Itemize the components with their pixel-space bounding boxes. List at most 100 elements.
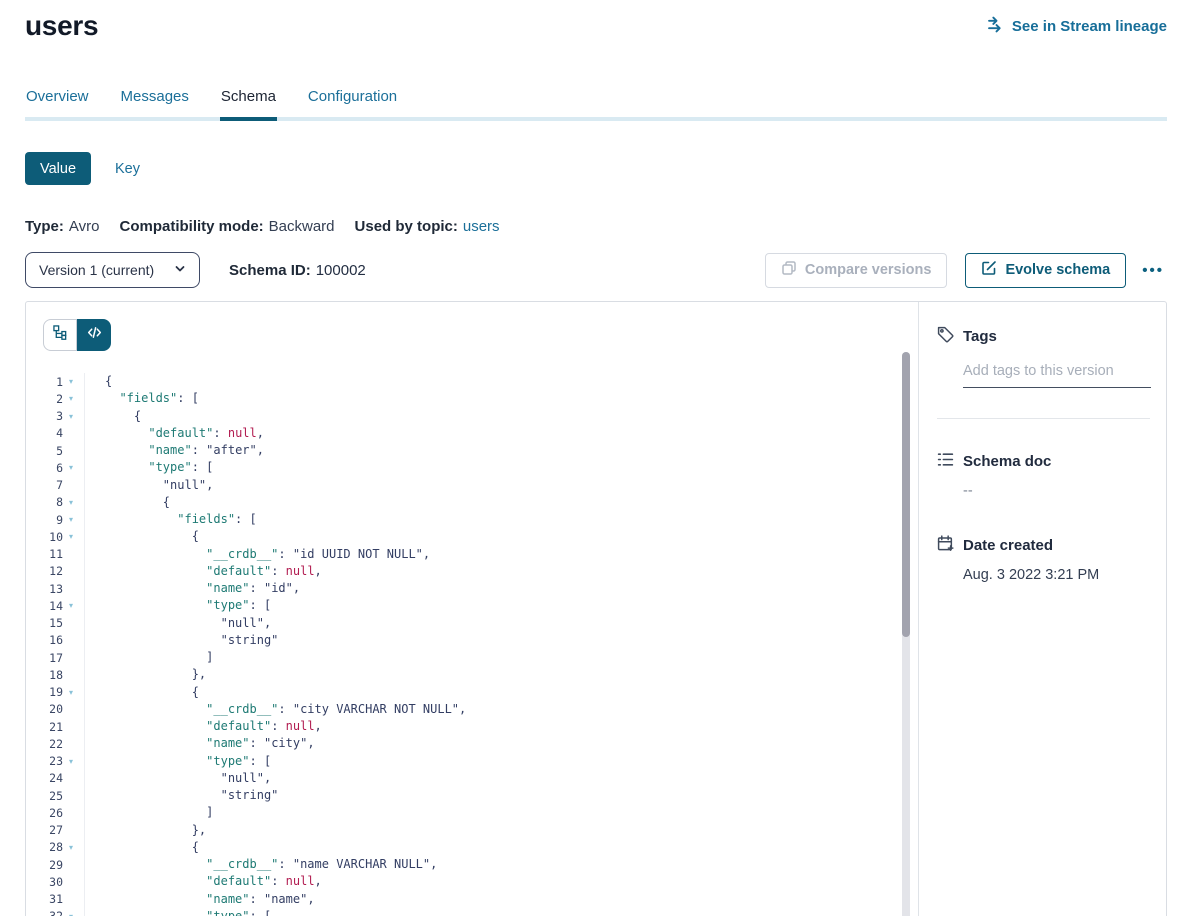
code-line: 6▾ "type": [ — [26, 459, 918, 476]
fold-toggle-icon[interactable]: ▾ — [63, 511, 84, 528]
compatibility-label: Compatibility mode: — [119, 218, 263, 235]
code-pane: 1▾{2▾ "fields": [3▾ {4 "default": null,5… — [26, 302, 918, 916]
code-line: 8▾ { — [26, 494, 918, 511]
tab-overview[interactable]: Overview — [25, 88, 90, 117]
code-line-text: { — [85, 408, 141, 425]
tab-configuration[interactable]: Configuration — [307, 88, 398, 117]
code-line: 16 "string" — [26, 632, 918, 649]
code-line: 3▾ { — [26, 408, 918, 425]
fold-toggle-icon[interactable]: ▾ — [63, 494, 84, 511]
line-number: 15 — [26, 616, 63, 630]
type-value: Avro — [69, 218, 100, 235]
line-number: 4 — [26, 426, 63, 440]
editor-view-toggle — [43, 319, 111, 351]
tree-view-icon — [53, 325, 68, 345]
fold-toggle-icon[interactable]: ▾ — [63, 597, 84, 614]
line-number: 1 — [26, 375, 63, 389]
code-line: 4 "default": null, — [26, 425, 918, 442]
used-by-topic-link[interactable]: users — [463, 218, 500, 235]
code-line-text: }, — [85, 666, 206, 683]
schema-doc-icon — [937, 451, 954, 472]
tab-schema[interactable]: Schema — [220, 88, 277, 117]
code-line: 7 "null", — [26, 477, 918, 494]
line-number: 22 — [26, 737, 63, 751]
code-line: 11 "__crdb__": "id UUID NOT NULL", — [26, 546, 918, 563]
code-line-text: "type": [ — [85, 753, 271, 770]
fold-toggle-icon[interactable]: ▾ — [63, 459, 84, 476]
line-number: 27 — [26, 823, 63, 837]
line-number: 20 — [26, 702, 63, 716]
code-line: 22 "name": "city", — [26, 735, 918, 752]
tree-view-button[interactable] — [43, 319, 77, 351]
code-line: 23▾ "type": [ — [26, 753, 918, 770]
compare-versions-button[interactable]: Compare versions — [765, 253, 948, 288]
line-number: 17 — [26, 651, 63, 665]
code-line: 30 "default": null, — [26, 873, 918, 890]
code-line: 13 "name": "id", — [26, 580, 918, 597]
schema-id-label: Schema ID: — [229, 262, 311, 279]
compare-versions-label: Compare versions — [805, 262, 932, 278]
line-number: 25 — [26, 789, 63, 803]
date-created-title: Date created — [963, 537, 1053, 554]
page-title: users — [25, 8, 98, 44]
line-number: 7 — [26, 478, 63, 492]
schema-doc-value: -- — [963, 483, 1152, 499]
line-number: 29 — [26, 858, 63, 872]
schema-doc-title: Schema doc — [963, 453, 1051, 470]
compare-versions-icon — [781, 260, 797, 280]
code-line-text: "__crdb__": "id UUID NOT NULL", — [85, 546, 430, 563]
fold-toggle-icon[interactable]: ▾ — [63, 908, 84, 916]
code-line-text: "string" — [85, 632, 278, 649]
fold-toggle-icon[interactable]: ▾ — [63, 753, 84, 770]
code-line: 10▾ { — [26, 528, 918, 545]
code-line: 26 ] — [26, 804, 918, 821]
value-toggle-button[interactable]: Value — [25, 152, 91, 185]
evolve-schema-icon — [981, 260, 997, 280]
fold-toggle-icon[interactable]: ▾ — [63, 408, 84, 425]
line-number: 18 — [26, 668, 63, 682]
tabs: Overview Messages Schema Configuration — [25, 88, 1167, 121]
tab-messages[interactable]: Messages — [120, 88, 190, 117]
key-toggle-button[interactable]: Key — [115, 161, 140, 177]
sidebar-divider — [937, 418, 1150, 419]
line-number: 26 — [26, 806, 63, 820]
line-number: 16 — [26, 633, 63, 647]
tags-header: Tags — [937, 326, 1152, 347]
fold-toggle-icon[interactable]: ▾ — [63, 390, 84, 407]
version-select[interactable]: Version 1 (current) — [25, 252, 200, 288]
code-line-text: "fields": [ — [85, 511, 257, 528]
line-number: 9 — [26, 513, 63, 527]
see-in-stream-lineage-link[interactable]: See in Stream lineage — [988, 16, 1167, 37]
code-line: 9▾ "fields": [ — [26, 511, 918, 528]
fold-toggle-icon[interactable]: ▾ — [63, 684, 84, 701]
schema-meta: Type: Avro Compatibility mode: Backward … — [25, 218, 1167, 235]
more-options-button[interactable]: ••• — [1139, 262, 1167, 279]
add-tags-input[interactable] — [963, 363, 1151, 388]
date-created-value: Aug. 3 2022 3:21 PM — [963, 567, 1152, 583]
code-line-text: "default": null, — [85, 563, 322, 580]
line-number: 8 — [26, 495, 63, 509]
line-number: 11 — [26, 547, 63, 561]
value-key-toggle: Value Key — [25, 152, 1167, 185]
code-line: 15 "null", — [26, 615, 918, 632]
code-view-button[interactable] — [77, 319, 111, 351]
code-line-text: "name": "city", — [85, 735, 315, 752]
line-number: 31 — [26, 892, 63, 906]
scrollbar-thumb[interactable] — [902, 352, 910, 637]
fold-toggle-icon[interactable]: ▾ — [63, 373, 84, 390]
evolve-schema-button[interactable]: Evolve schema — [965, 253, 1126, 288]
line-number: 5 — [26, 444, 63, 458]
compatibility-value: Backward — [269, 218, 335, 235]
line-number: 23 — [26, 754, 63, 768]
code-line: 21 "default": null, — [26, 718, 918, 735]
schema-id: Schema ID: 100002 — [229, 262, 366, 279]
code-line: 1▾{ — [26, 373, 918, 390]
code-editor-lines[interactable]: 1▾{2▾ "fields": [3▾ {4 "default": null,5… — [26, 373, 918, 916]
fold-toggle-icon[interactable]: ▾ — [63, 528, 84, 545]
code-line-text: { — [85, 684, 199, 701]
compatibility-mode: Compatibility mode: Backward — [119, 218, 334, 235]
code-line-text: }, — [85, 822, 206, 839]
stream-lineage-label: See in Stream lineage — [1012, 18, 1167, 35]
line-number: 13 — [26, 582, 63, 596]
fold-toggle-icon[interactable]: ▾ — [63, 839, 84, 856]
